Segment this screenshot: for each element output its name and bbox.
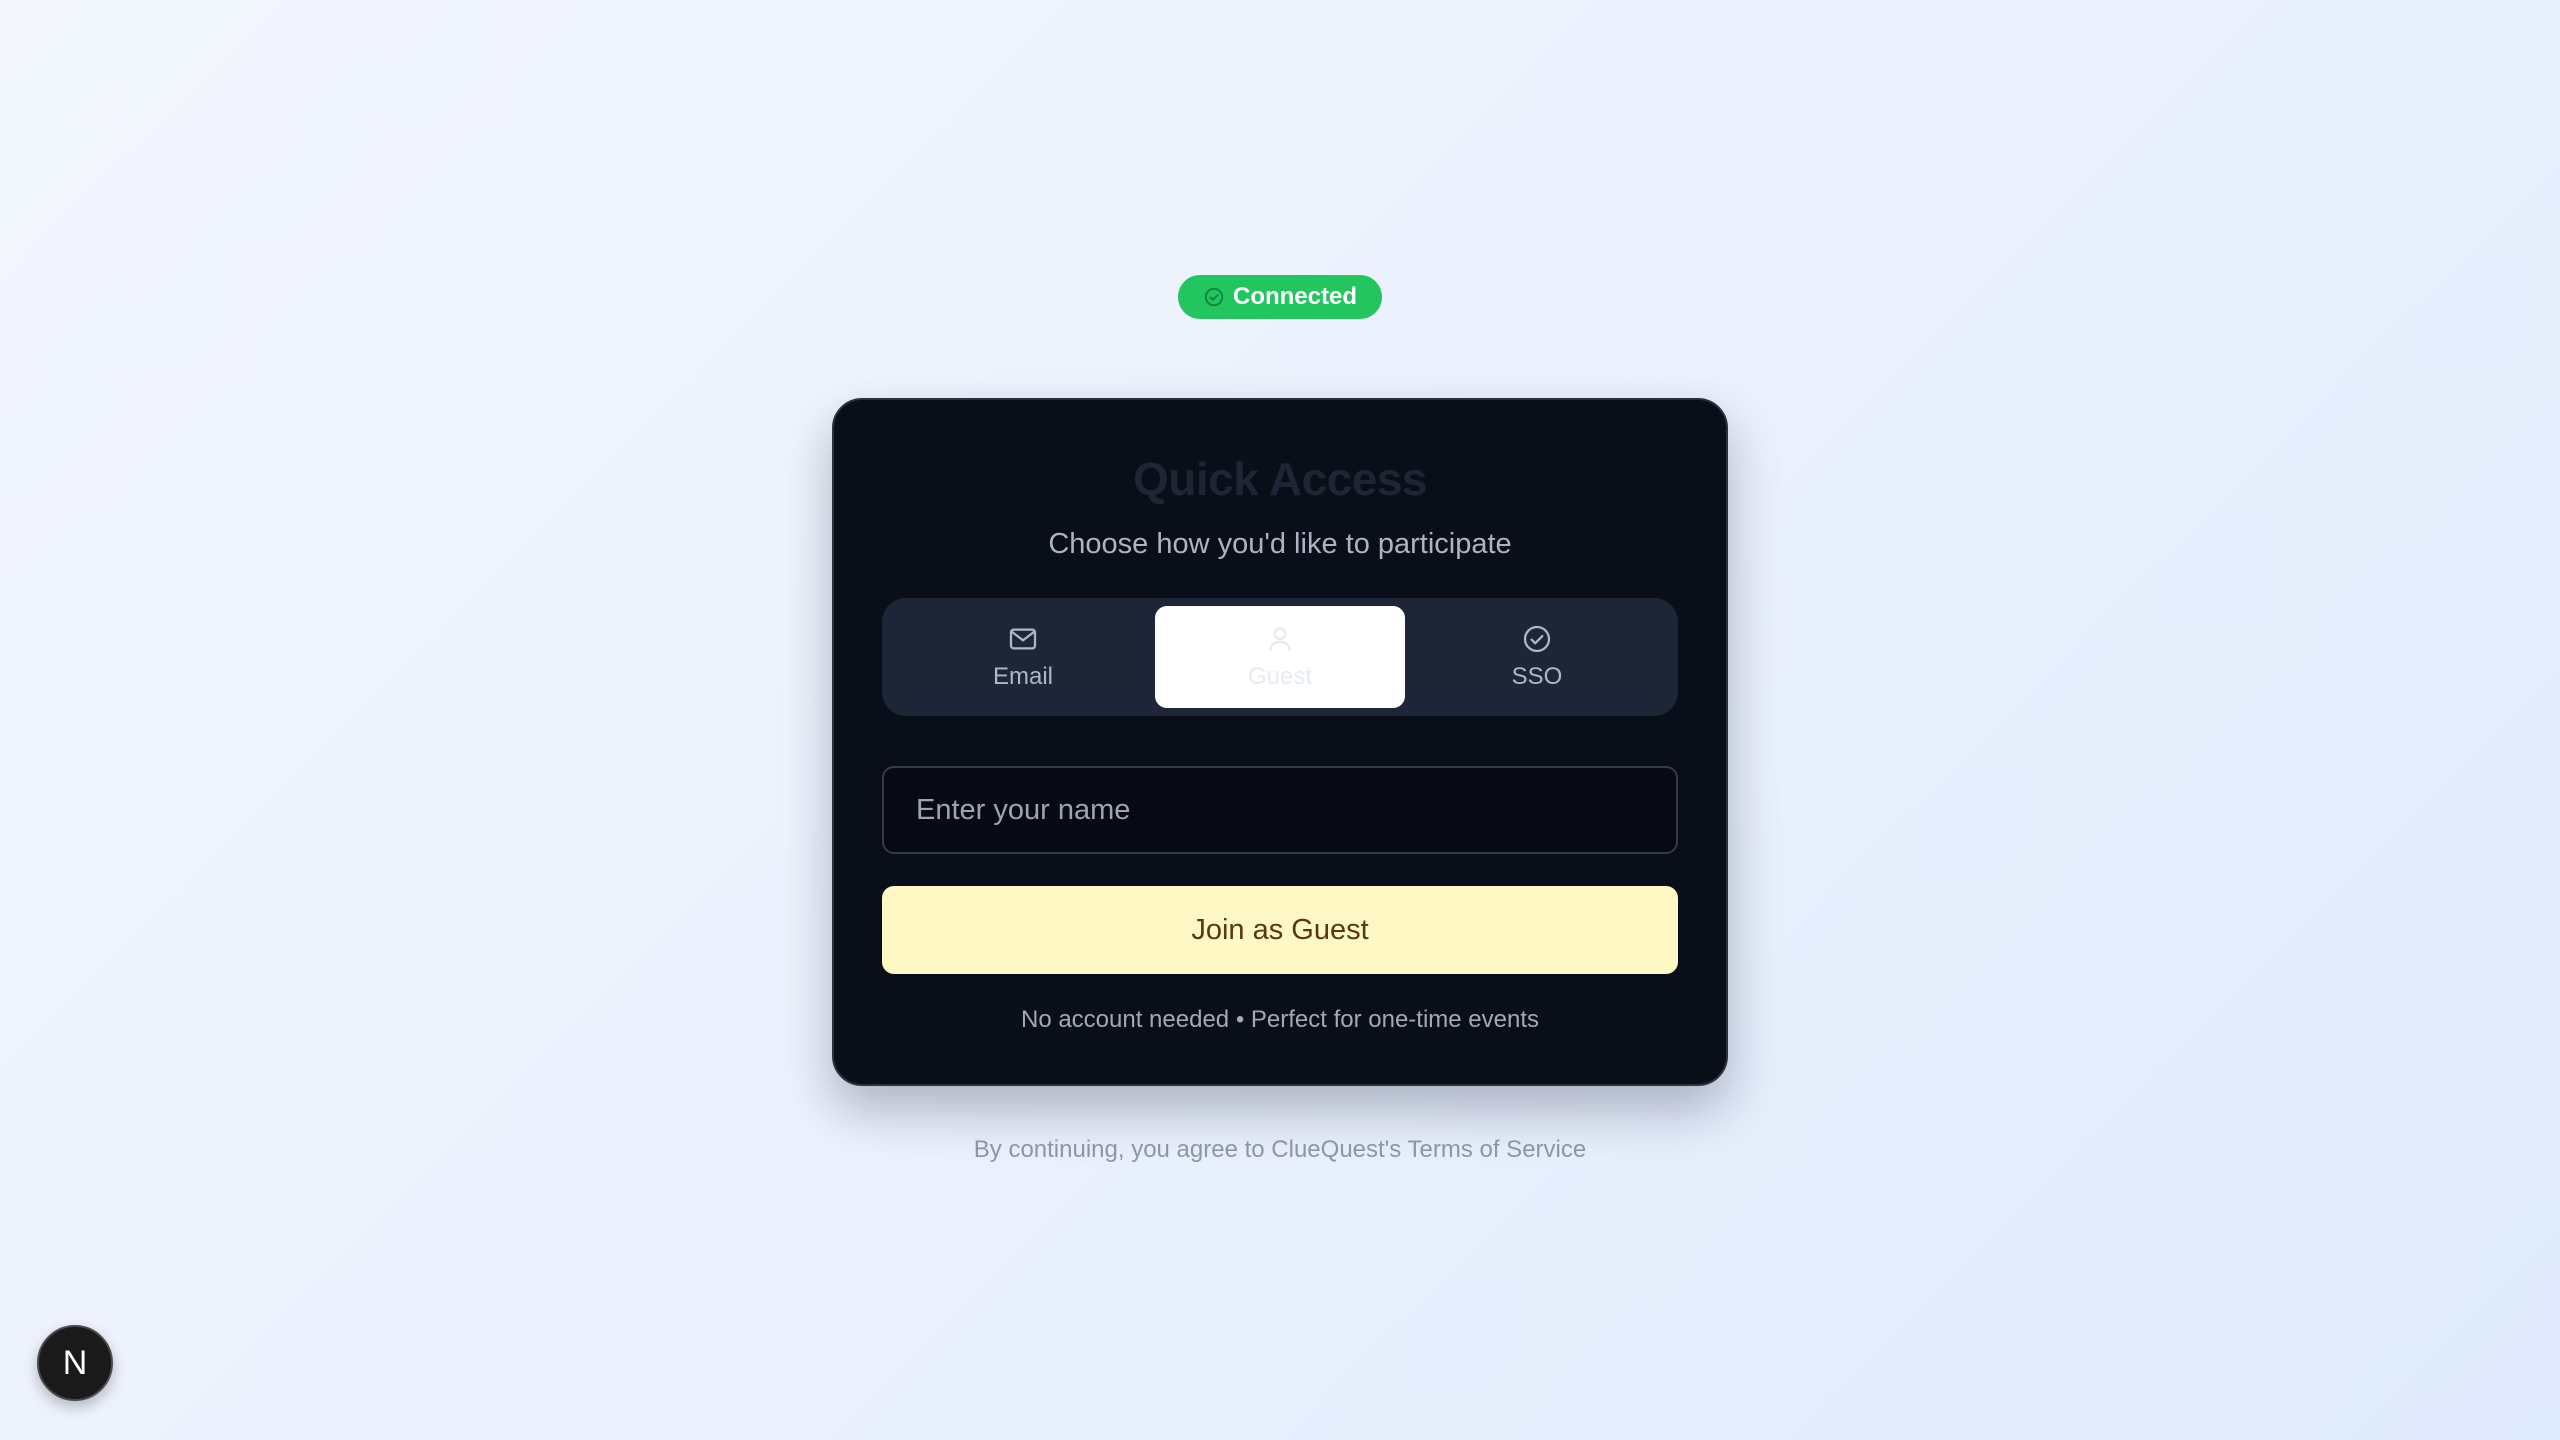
tab-email-label: Email <box>992 663 1053 690</box>
check-circle-icon <box>1521 623 1553 655</box>
access-method-tabs: Email Guest SSO <box>882 598 1678 716</box>
tab-email[interactable]: Email <box>898 606 1148 708</box>
mail-icon <box>1007 623 1039 655</box>
card-title: Quick Access <box>1132 453 1428 505</box>
login-card: Quick Access Choose how you'd like to pa… <box>832 398 1728 1086</box>
dev-tools-badge-label: N <box>62 1343 88 1382</box>
dev-tools-badge[interactable]: N <box>37 1325 113 1401</box>
check-circle-icon <box>1203 286 1225 308</box>
join-as-guest-button[interactable]: Join as Guest <box>882 886 1678 974</box>
terms-notice: By continuing, you agree to ClueQuest's … <box>973 1136 1587 1163</box>
card-subtitle: Choose how you'd like to participate <box>1048 528 1512 560</box>
status-badge: Connected <box>1178 275 1382 319</box>
tab-guest[interactable]: Guest <box>1155 606 1405 708</box>
tab-sso[interactable]: SSO <box>1412 606 1662 708</box>
tab-guest-label: Guest <box>1247 663 1313 690</box>
tab-sso-label: SSO <box>1511 663 1563 690</box>
status-label: Connected <box>1232 283 1357 310</box>
guest-hint: No account needed • Perfect for one-time… <box>1020 1006 1540 1033</box>
user-icon <box>1264 623 1296 655</box>
name-input[interactable] <box>882 766 1678 854</box>
